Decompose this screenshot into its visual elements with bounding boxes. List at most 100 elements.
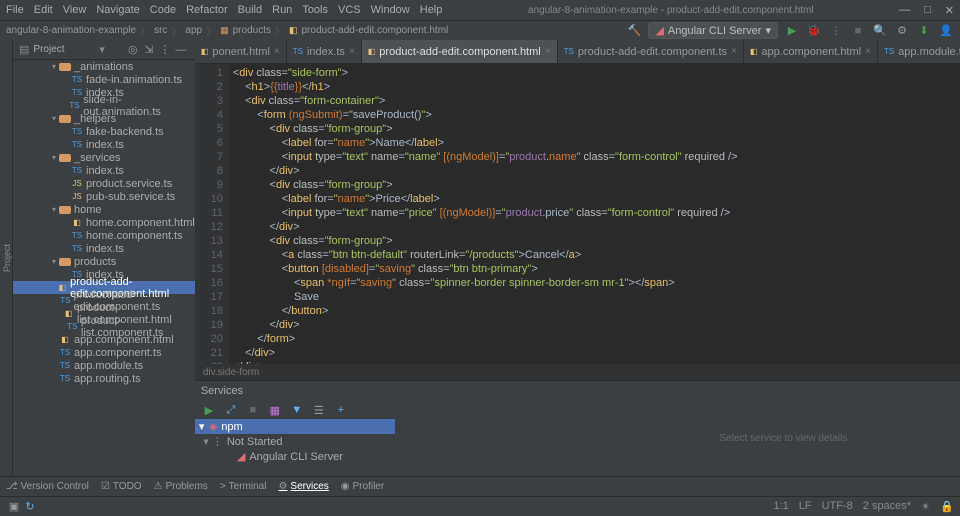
close-tab-icon[interactable]: × [865,46,871,57]
gear-icon[interactable]: ⋮ [157,42,173,58]
more-run-icon[interactable]: ⋮ [828,23,844,39]
close-tab-icon[interactable]: × [731,46,737,57]
tool-tab-bookmarks[interactable]: Bookmarks [0,40,2,476]
tree-item[interactable]: ▾_services [13,151,195,164]
tree-item[interactable]: TSproduct-list.component.ts [13,320,195,333]
tree-item[interactable]: TShome.component.ts [13,229,195,242]
tree-item[interactable]: ◧app.component.html [13,333,195,346]
bottom-tab-version-control[interactable]: ⎇ Version Control [6,481,89,492]
code-editor[interactable]: 12345678910111213141516171819202122 <div… [195,64,960,364]
tree-item[interactable]: TSapp.component.ts [13,346,195,359]
close-tab-icon[interactable]: × [274,46,280,57]
tree-icon[interactable]: ☰ [311,402,327,418]
ts-icon: TS [59,361,71,371]
tree-item[interactable]: TSapp.routing.ts [13,372,195,385]
angular-icon: ◢ [237,450,245,463]
tree-item[interactable]: ▾_animations [13,60,195,73]
inspect-icon[interactable]: ✴ [921,500,930,513]
maximize-icon[interactable]: □ [924,4,931,17]
menu-window[interactable]: Window [371,4,410,16]
debug-icon[interactable]: 🐞 [806,23,822,39]
run-config-combo[interactable]: ◢ Angular CLI Server ▾ [648,22,778,39]
project-tree[interactable]: ▾_animationsTSfade-in.animation.tsTSinde… [13,60,195,476]
encoding[interactable]: UTF-8 [822,500,853,513]
tree-item[interactable]: TSindex.ts [13,242,195,255]
editor-tab[interactable]: ◧ponent.html× [195,40,287,63]
breadcrumb-item[interactable]: products [233,25,271,36]
menu-refactor[interactable]: Refactor [186,4,228,16]
line-ending[interactable]: LF [799,500,812,513]
filter-icon[interactable]: ▼ [289,402,305,418]
tree-item[interactable]: TSindex.ts [13,164,195,177]
lock-icon[interactable]: 🔒 [940,500,954,513]
status-bar: ▣ ↻ 1:1 LF UTF-8 2 spaces* ✴ 🔒 [0,496,960,516]
download-icon[interactable]: ⬇ [916,23,932,39]
avatar-icon[interactable]: 👤 [938,23,954,39]
menu-run[interactable]: Run [272,4,292,16]
tree-item[interactable]: JSpub-sub.service.ts [13,190,195,203]
editor-tab[interactable]: TSproduct-add-edit.component.ts× [558,40,744,63]
sync-icon[interactable]: ↻ [22,499,38,515]
breadcrumb-item[interactable]: angular-8-animation-example [6,25,136,36]
bottom-tab-todo[interactable]: ☑ TODO [101,481,142,492]
services-server-node[interactable]: ◢ Angular CLI Server [195,449,395,464]
close-tab-icon[interactable]: × [545,46,551,57]
tree-item[interactable]: TSapp.module.ts [13,359,195,372]
bottom-tab-services[interactable]: ⚙ Services [278,481,328,492]
expand-icon[interactable]: ⤢ [223,402,239,418]
services-notstarted-node[interactable]: ▾ ⋮ Not Started [195,434,395,449]
chevron-down-icon[interactable]: ▾ [99,43,105,56]
hide-icon[interactable]: — [173,42,189,58]
play-icon[interactable]: ▶ [784,23,800,39]
close-tab-icon[interactable]: × [349,46,355,57]
add-icon[interactable]: + [333,402,349,418]
breadcrumb-item[interactable]: product-add-edit.component.html [302,25,449,36]
code-breadcrumb[interactable]: div.side-form [195,364,960,380]
collapse-icon[interactable]: ⇲ [141,42,157,58]
stop-icon[interactable]: ■ [850,23,866,39]
tree-item[interactable]: JSproduct.service.ts [13,177,195,190]
tree-item[interactable]: ▾home [13,203,195,216]
caret-position[interactable]: 1:1 [773,500,788,513]
tree-item[interactable]: TSfake-backend.ts [13,125,195,138]
menu-file[interactable]: File [6,4,24,16]
tool-window-icon[interactable]: ▣ [6,499,22,515]
breadcrumb-item[interactable]: app [185,25,202,36]
menu-vcs[interactable]: VCS [338,4,361,16]
gear-icon[interactable]: ⚙ [894,23,910,39]
menu-navigate[interactable]: Navigate [96,4,139,16]
tree-item[interactable]: TSindex.ts [13,138,195,151]
bottom-tab-problems[interactable]: ⚠ Problems [154,481,208,492]
target-icon[interactable]: ◎ [125,42,141,58]
tree-label: index.ts [86,165,124,177]
editor-tab[interactable]: TSapp.module.ts× [878,40,960,63]
tool-tab-project[interactable]: Project [2,40,12,476]
stop-icon[interactable]: ■ [245,402,261,418]
services-npm-node[interactable]: ▾ ◈ npm [195,419,395,434]
menu-code[interactable]: Code [150,4,176,16]
menu-tools[interactable]: Tools [302,4,328,16]
editor-tab[interactable]: ◧app.component.html× [744,40,878,63]
editor-tab[interactable]: ◧product-add-edit.component.html× [362,40,558,63]
tree-item[interactable]: TSslide-in-out.animation.ts [13,99,195,112]
play-icon[interactable]: ▶ [201,402,217,418]
menu-edit[interactable]: Edit [34,4,53,16]
tree-item[interactable]: TSfade-in.animation.ts [13,73,195,86]
code-text[interactable]: <div class="side-form"> <h1>{{title}}</h… [229,64,960,364]
menu-help[interactable]: Help [420,4,443,16]
bottom-tab-profiler[interactable]: ◉ Profiler [341,481,384,492]
editor-tab[interactable]: TSindex.ts× [287,40,362,63]
breadcrumb-item[interactable]: src [154,25,167,36]
menu-view[interactable]: View [63,4,87,16]
bottom-tab-terminal[interactable]: > Terminal [220,481,267,492]
tree-item[interactable]: ▾products [13,255,195,268]
close-icon[interactable]: ✕ [945,4,954,17]
tree-item[interactable]: ◧home.component.html [13,216,195,229]
hammer-icon[interactable]: 🔨 [626,23,642,39]
menu-build[interactable]: Build [238,4,262,16]
tree-label: fade-in.animation.ts [86,74,182,86]
indent[interactable]: 2 spaces* [863,500,911,513]
grid-icon[interactable]: ▦ [267,402,283,418]
minimize-icon[interactable]: — [899,4,910,17]
search-icon[interactable]: 🔍 [872,23,888,39]
